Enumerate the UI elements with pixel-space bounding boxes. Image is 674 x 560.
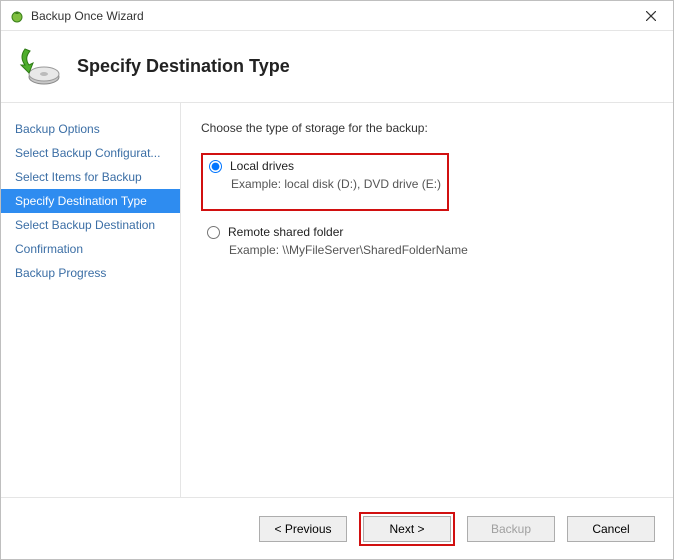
radio-local-drives-input[interactable] xyxy=(209,160,222,173)
next-button[interactable]: Next > xyxy=(363,516,451,542)
backup-icon xyxy=(15,43,63,91)
radio-local-drives-label: Local drives xyxy=(230,159,294,173)
sidebar-item-backup-options[interactable]: Backup Options xyxy=(1,117,180,141)
next-button-highlight: Next > xyxy=(359,512,455,546)
radio-remote-folder-label: Remote shared folder xyxy=(228,225,343,239)
radio-remote-folder-input[interactable] xyxy=(207,226,220,239)
window-title: Backup Once Wizard xyxy=(31,9,629,23)
sidebar-item-select-items[interactable]: Select Items for Backup xyxy=(1,165,180,189)
example-remote-folder: Example: \\MyFileServer\SharedFolderName xyxy=(229,243,647,257)
wizard-header: Specify Destination Type xyxy=(1,31,673,103)
titlebar: Backup Once Wizard xyxy=(1,1,673,31)
sidebar-item-select-backup-config[interactable]: Select Backup Configurat... xyxy=(1,141,180,165)
wizard-steps-sidebar: Backup Options Select Backup Configurat.… xyxy=(1,103,181,497)
close-button[interactable] xyxy=(629,1,673,31)
content-prompt: Choose the type of storage for the backu… xyxy=(201,121,653,135)
backup-button: Backup xyxy=(467,516,555,542)
radio-remote-folder[interactable]: Remote shared folder xyxy=(207,225,647,239)
sidebar-item-backup-progress[interactable]: Backup Progress xyxy=(1,261,180,285)
window-icon xyxy=(9,8,25,24)
sidebar-item-select-backup-destination[interactable]: Select Backup Destination xyxy=(1,213,180,237)
wizard-footer: < Previous Next > Backup Cancel xyxy=(1,497,673,559)
radio-local-drives[interactable]: Local drives xyxy=(209,159,441,173)
option-local-drives: Local drives Example: local disk (D:), D… xyxy=(203,155,447,195)
sidebar-item-confirmation[interactable]: Confirmation xyxy=(1,237,180,261)
sidebar-item-specify-destination-type[interactable]: Specify Destination Type xyxy=(1,189,180,213)
example-local-drives: Example: local disk (D:), DVD drive (E:) xyxy=(231,177,441,191)
cancel-button[interactable]: Cancel xyxy=(567,516,655,542)
option-remote-folder: Remote shared folder Example: \\MyFileSe… xyxy=(201,221,653,261)
previous-button[interactable]: < Previous xyxy=(259,516,347,542)
page-title: Specify Destination Type xyxy=(77,56,290,77)
wizard-content: Choose the type of storage for the backu… xyxy=(181,103,673,497)
